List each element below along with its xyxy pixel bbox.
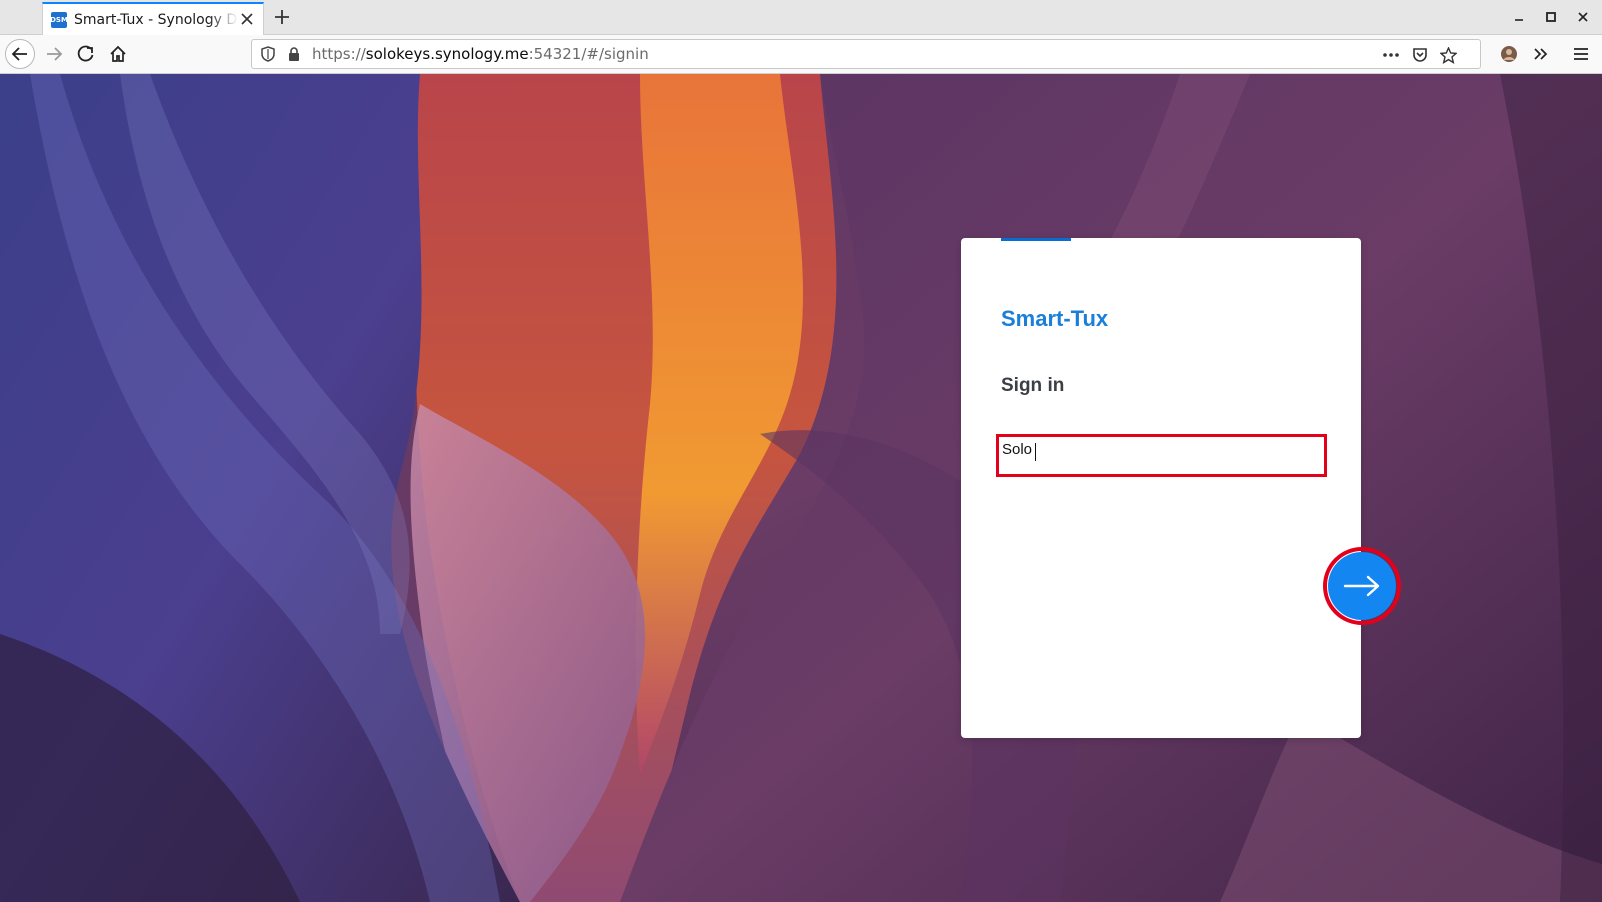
browser-tab[interactable]: DSM Smart-Tux - Synology DiskStation [42,2,264,35]
card-accent-bar [1001,238,1071,241]
url-text[interactable]: https://solokeys.synology.me:54321/#/sig… [312,45,649,63]
navigation-toolbar: https://solokeys.synology.me:54321/#/sig… [0,35,1602,74]
login-card: Smart-Tux Sign in [961,238,1361,738]
url-host: solokeys.synology.me [365,45,529,63]
arrow-right-icon [1343,575,1380,597]
url-scheme: https:// [312,45,366,63]
brand-name: Smart-Tux [1001,306,1109,331]
back-arrow-icon[interactable] [5,39,35,69]
lock-icon[interactable] [284,44,304,64]
forward-arrow-icon[interactable] [39,39,69,69]
tracking-shield-icon[interactable] [258,44,278,64]
window-close-icon[interactable] [1572,6,1594,28]
bookmark-star-icon[interactable] [1436,44,1460,66]
text-caret [1035,443,1036,461]
username-field-highlight [996,434,1327,477]
tab-strip: DSM Smart-Tux - Synology DiskStation [0,0,1602,35]
new-tab-plus-icon[interactable] [270,4,294,30]
minimize-icon[interactable] [1508,6,1530,28]
canyon-wallpaper-art [0,74,1602,902]
account-avatar-icon[interactable] [1494,39,1524,69]
overflow-chevron-icon[interactable] [1526,39,1556,69]
pocket-icon[interactable] [1408,44,1432,66]
home-icon[interactable] [103,39,133,69]
dsm-favicon-icon: DSM [50,11,68,28]
page-actions-more-icon[interactable] [1379,44,1403,66]
reload-icon[interactable] [71,39,101,69]
username-input[interactable] [999,437,1324,474]
next-button[interactable] [1328,552,1396,620]
maximize-icon[interactable] [1540,6,1562,28]
url-path: :54321/#/signin [528,45,649,63]
hamburger-menu-icon[interactable] [1566,39,1596,69]
sign-in-heading: Sign in [1001,375,1065,396]
canyon-wallpaper [0,74,1602,902]
tab-close-icon[interactable] [239,11,255,27]
tab-title: Smart-Tux - Synology DiskStation [74,11,238,28]
url-bar[interactable]: https://solokeys.synology.me:54321/#/sig… [251,39,1481,69]
